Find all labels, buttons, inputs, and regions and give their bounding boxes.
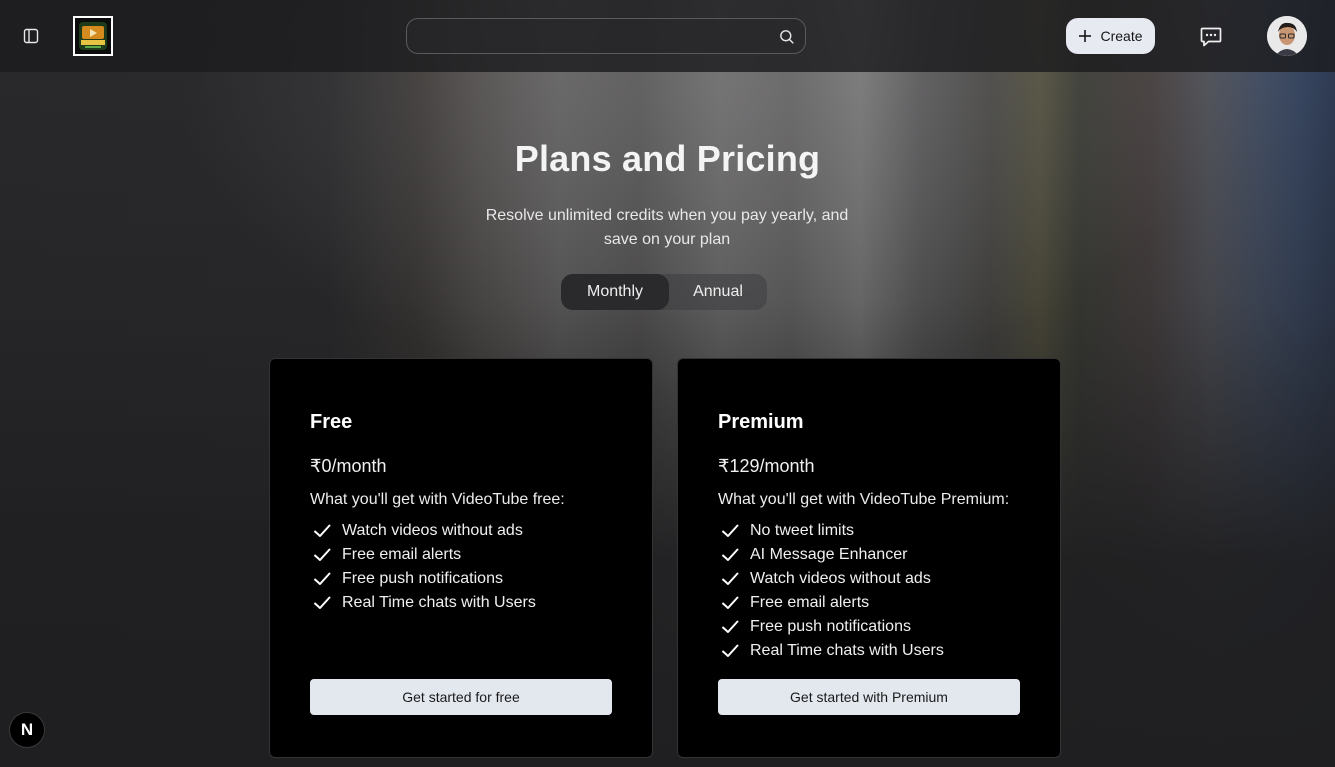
messages-button[interactable] — [1199, 24, 1223, 48]
feature-item: Free email alerts — [310, 543, 536, 567]
sidebar-toggle-button[interactable] — [20, 25, 42, 47]
search-bar[interactable] — [406, 18, 806, 54]
page-subtitle: Resolve unlimited credits when you pay y… — [467, 204, 867, 252]
create-button[interactable]: Create — [1066, 18, 1155, 54]
plan-price: ₹129/month — [718, 456, 815, 476]
videotube-logo-icon — [79, 22, 107, 50]
sidebar-toggle-icon — [23, 28, 39, 44]
plan-card-premium: Premium ₹129/month What you'll get with … — [677, 358, 1061, 758]
plus-icon — [1079, 30, 1092, 42]
feature-label: Free email alerts — [750, 594, 870, 611]
plan-name: Free — [310, 411, 353, 433]
get-started-free-button[interactable]: Get started for free — [310, 679, 612, 715]
toggle-monthly[interactable]: Monthly — [561, 274, 669, 310]
avatar-image — [1267, 16, 1307, 56]
feature-item: Watch videos without ads — [718, 567, 944, 591]
check-icon — [310, 591, 334, 615]
feature-label: Free push notifications — [750, 618, 911, 635]
feature-label: No tweet limits — [750, 522, 855, 539]
check-icon — [718, 519, 742, 543]
top-navbar: Create — [0, 0, 1335, 72]
feature-item: Real Time chats with Users — [718, 639, 944, 663]
feature-label: Real Time chats with Users — [750, 642, 944, 659]
plan-name: Premium — [718, 411, 804, 433]
feature-item: AI Message Enhancer — [718, 543, 944, 567]
feature-label: Real Time chats with Users — [342, 594, 536, 611]
billing-period-toggle: Monthly Annual — [561, 274, 767, 310]
user-avatar[interactable] — [1267, 16, 1307, 56]
check-icon — [718, 591, 742, 615]
subtitle-line-2: save on your plan — [603, 231, 731, 248]
check-icon — [718, 543, 742, 567]
feature-item: Watch videos without ads — [310, 519, 536, 543]
plan-card-free: Free ₹0/month What you'll get with Video… — [269, 358, 653, 758]
feature-item: Real Time chats with Users — [310, 591, 536, 615]
feature-label: Watch videos without ads — [750, 570, 931, 587]
search-icon[interactable] — [778, 28, 795, 45]
feature-list: Watch videos without ads Free email aler… — [310, 519, 536, 615]
feature-item: Free email alerts — [718, 591, 944, 615]
check-icon — [718, 567, 742, 591]
check-icon — [718, 639, 742, 663]
check-icon — [310, 567, 334, 591]
feature-item: No tweet limits — [718, 519, 944, 543]
plan-intro: What you'll get with VideoTube Premium: — [718, 491, 1010, 508]
get-started-premium-button[interactable]: Get started with Premium — [718, 679, 1020, 715]
feature-item: Free push notifications — [310, 567, 536, 591]
plan-intro: What you'll get with VideoTube free: — [310, 491, 565, 508]
app-logo[interactable] — [73, 16, 113, 56]
check-icon — [310, 543, 334, 567]
feature-label: AI Message Enhancer — [750, 546, 908, 563]
feature-label: Free push notifications — [342, 570, 503, 587]
feature-label: Free email alerts — [342, 546, 462, 563]
page-title: Plans and Pricing — [514, 138, 821, 179]
feature-label: Watch videos without ads — [342, 522, 523, 539]
search-input[interactable] — [419, 25, 769, 47]
chat-icon — [1200, 27, 1222, 47]
subtitle-line-1: Resolve unlimited credits when you pay y… — [485, 207, 849, 224]
background-glow — [0, 0, 1335, 767]
plan-price: ₹0/month — [310, 456, 387, 476]
check-icon — [718, 615, 742, 639]
check-icon — [310, 519, 334, 543]
toggle-annual[interactable]: Annual — [669, 274, 767, 310]
nextjs-dev-badge[interactable]: N — [9, 712, 45, 748]
feature-item: Free push notifications — [718, 615, 944, 639]
create-button-label: Create — [1100, 28, 1143, 44]
feature-list: No tweet limits AI Message Enhancer Watc… — [718, 519, 944, 663]
